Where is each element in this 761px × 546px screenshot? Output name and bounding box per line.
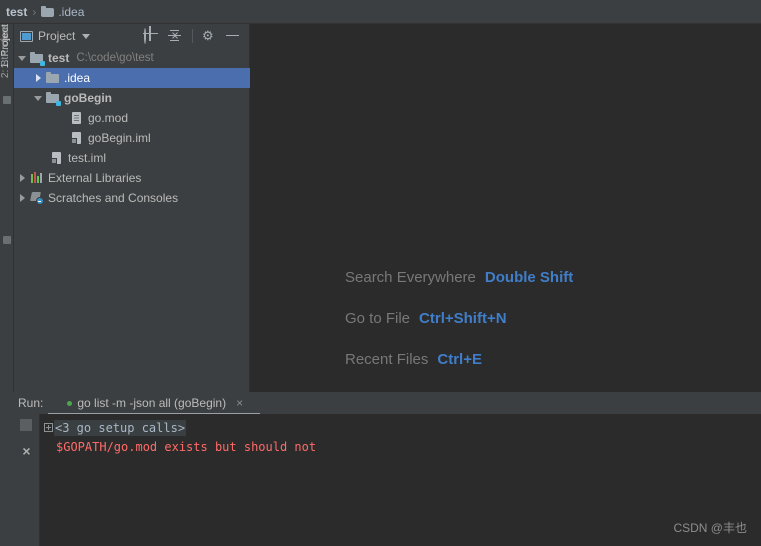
tree-node-gobegin[interactable]: goBegin (14, 88, 250, 108)
tree-node-test-iml[interactable]: test.iml (14, 148, 250, 168)
tree-node-test[interactable]: test C:\code\go\test (14, 48, 250, 68)
tree-node-label: go.mod (88, 111, 129, 125)
project-tree: test C:\code\go\test .idea goBegin go.mo… (14, 48, 250, 392)
shortcut-label: Search Everywhere (345, 269, 476, 286)
run-tab-go-list[interactable]: go list -m -json all (goBegin) × (65, 396, 245, 410)
shortcut-keys: Ctrl+Shift+N (419, 310, 507, 327)
editor-empty-area: Search Everywhere Double Shift Go to Fil… (250, 24, 761, 392)
stop-button[interactable] (20, 419, 32, 431)
toolbar-divider (192, 29, 193, 43)
breadcrumb-label: .idea (58, 4, 85, 19)
tree-node-scratches[interactable]: Scratches and Consoles (14, 188, 250, 208)
tree-node-external-libraries[interactable]: External Libraries (14, 168, 250, 188)
expand-arrow-icon[interactable] (18, 54, 27, 63)
tool-strip-marker (3, 96, 11, 104)
breadcrumb-label: test (6, 4, 28, 19)
tree-node-label: External Libraries (48, 171, 142, 185)
run-toolbar: × (14, 414, 40, 546)
tree-node-path: C:\code\go\test (76, 52, 154, 64)
expand-fold-icon[interactable] (44, 423, 53, 432)
tree-node-label: goBegin (64, 91, 112, 105)
chevron-down-icon[interactable] (82, 33, 91, 39)
project-panel-title-group[interactable]: Project (20, 29, 91, 43)
shortcut-hint-go-to-file: Go to File Ctrl+Shift+N (345, 310, 745, 327)
expand-arrow-icon[interactable] (18, 194, 27, 203)
project-tool-window: Project ⚙ test C:\code\go\test .idea goB… (14, 24, 250, 392)
gear-icon[interactable]: ⚙ (202, 29, 217, 44)
breadcrumb: test › .idea (0, 0, 761, 24)
shortcut-keys: Double Shift (484, 269, 574, 286)
project-window-icon (20, 30, 33, 42)
module-folder-icon (30, 51, 45, 66)
shortcut-label: Go to File (345, 310, 411, 327)
console-folded-line[interactable]: <3 go setup calls> (40, 418, 761, 437)
tree-node-label: goBegin.iml (88, 131, 151, 145)
expand-arrow-icon[interactable] (34, 94, 43, 103)
tool-strip-marker (3, 236, 11, 244)
breadcrumb-item-project[interactable]: test (6, 5, 27, 19)
file-icon (70, 111, 84, 125)
folder-icon (41, 5, 55, 17)
run-tool-window: Run: go list -m -json all (goBegin) × × … (0, 392, 761, 546)
libraries-icon (30, 171, 44, 185)
shortcut-label: Recent Files (345, 351, 429, 368)
hide-icon[interactable] (226, 29, 241, 44)
expand-arrow-icon[interactable] (34, 74, 43, 83)
tree-node-label: .idea (64, 71, 91, 85)
tree-node-label: Scratches and Consoles (48, 191, 179, 205)
expand-arrow-icon[interactable] (18, 174, 27, 183)
breadcrumb-item-idea[interactable]: .idea (41, 5, 84, 19)
project-panel-actions: ⚙ (144, 27, 245, 44)
run-tab-title: go list -m -json all (goBegin) (77, 396, 227, 410)
close-button[interactable]: × (19, 444, 34, 459)
iml-file-icon (70, 131, 84, 145)
shortcut-hints: Search Everywhere Double Shift Go to Fil… (345, 269, 745, 392)
module-folder-icon (46, 91, 61, 106)
close-icon[interactable]: × (236, 396, 243, 410)
tree-node-label: test.iml (68, 151, 107, 165)
console-error-text: $GOPATH/go.mod exists but should not (56, 439, 317, 454)
ide-window: test › .idea 1: Project 2: Structure Pro… (0, 0, 761, 546)
run-tab-bar: Run: go list -m -json all (goBegin) × (0, 392, 761, 414)
tree-node-go-mod[interactable]: go.mod (14, 108, 250, 128)
breadcrumb-separator: › (32, 4, 37, 19)
shortcut-hint-recent-files: Recent Files Ctrl+E (345, 351, 745, 368)
scratches-icon (30, 191, 44, 205)
project-panel-header: Project ⚙ (14, 24, 249, 48)
console-error-line: $GOPATH/go.mod exists but should not (40, 437, 761, 456)
shortcut-keys: Ctrl+E (437, 351, 482, 368)
tree-node-gobegin-iml[interactable]: goBegin.iml (14, 128, 250, 148)
folder-icon (46, 71, 60, 85)
shortcut-hint-search-everywhere: Search Everywhere Double Shift (345, 269, 745, 286)
running-status-icon (67, 400, 73, 406)
project-panel-title: Project (38, 29, 76, 43)
run-console[interactable]: <3 go setup calls> $GOPATH/go.mod exists… (40, 414, 761, 546)
console-fold-placeholder: <3 go setup calls> (54, 419, 187, 436)
collapse-all-icon[interactable] (168, 29, 183, 44)
iml-file-icon (50, 151, 64, 165)
tree-node-idea[interactable]: .idea (14, 68, 250, 88)
locate-icon[interactable] (144, 27, 159, 44)
tree-node-label: test (48, 51, 70, 65)
run-window-label: Run: (18, 396, 44, 410)
tool-tab-structure[interactable]: 2: Structure (0, 24, 14, 78)
watermark: CSDN @丰也 (673, 521, 747, 535)
